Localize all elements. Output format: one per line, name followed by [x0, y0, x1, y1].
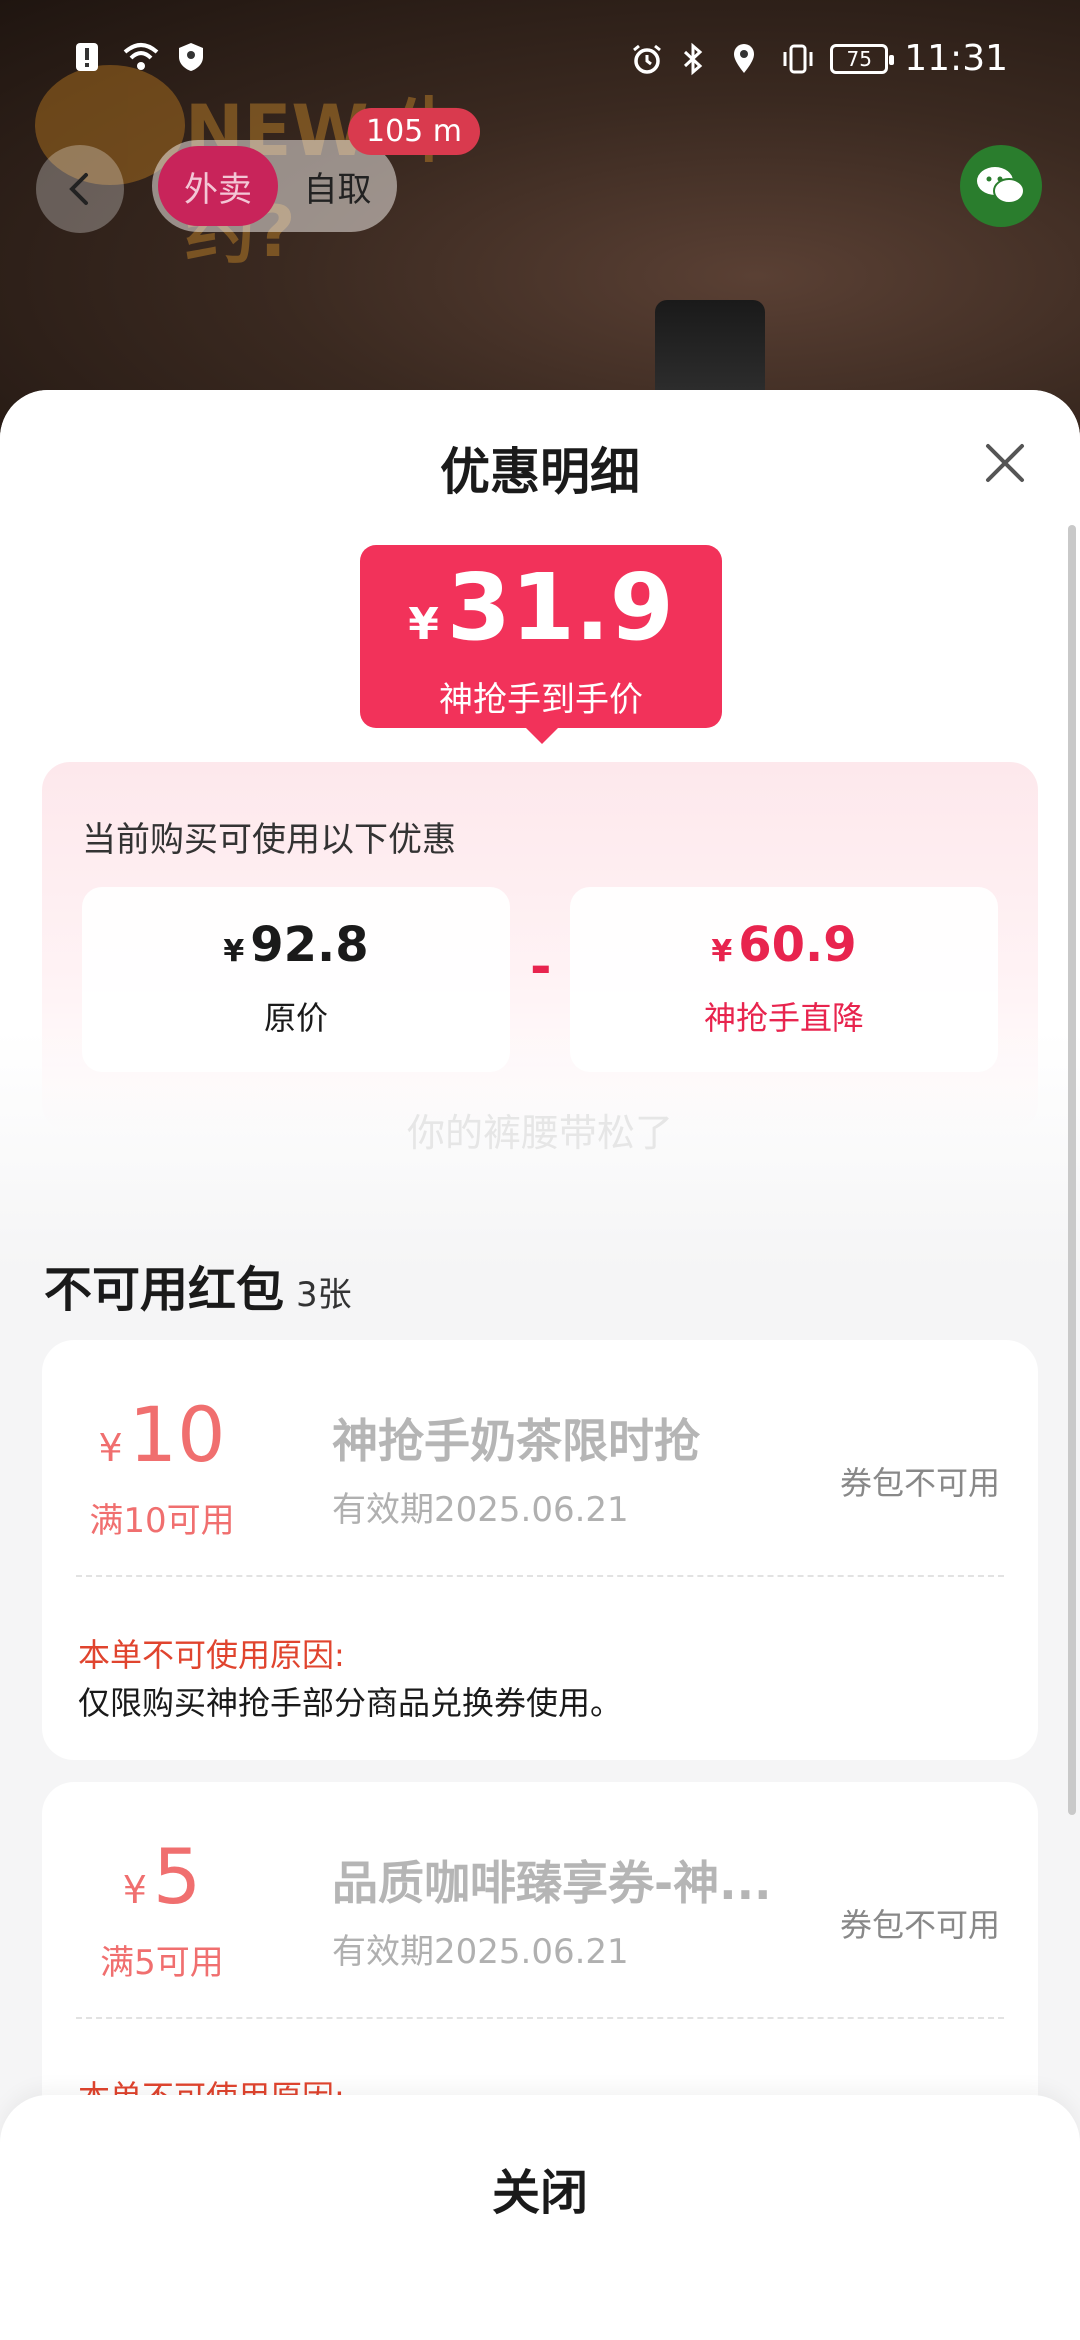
- discount-detail-sheet: 优惠明细 ¥31.9 神抢手到手价 当前购买可使用以下优惠 ¥92.8 原价 -…: [0, 390, 1080, 2340]
- coupon-condition: 满5可用: [100, 1943, 224, 1983]
- coupon-divider: [76, 2017, 1004, 2019]
- scrollbar[interactable]: [1068, 525, 1076, 1815]
- coupon-divider: [76, 1575, 1004, 1577]
- coupon-reason-title: 本单不可使用原因:: [78, 1636, 345, 1674]
- original-price-label: 原价: [263, 999, 328, 1037]
- coupon-amount: ¥10 满10可用: [42, 1390, 282, 1542]
- final-price-tag: ¥31.9 神抢手到手价: [360, 545, 722, 744]
- bottom-action-bar: 关闭: [0, 2095, 1080, 2340]
- sheet-title: 优惠明细: [440, 443, 640, 501]
- reduction-card: ¥60.9 神抢手直降: [570, 887, 998, 1072]
- watermark-text: 你的裤腰带松了: [406, 1111, 673, 1155]
- coupon-validity: 有效期2025.06.21: [332, 1932, 629, 1972]
- reduction-label: 神抢手直降: [703, 999, 864, 1037]
- delivery-mode-toggle[interactable]: 外卖 自取: [152, 140, 397, 232]
- discount-summary-title: 当前购买可使用以下优惠: [82, 820, 456, 860]
- notification-icon: [70, 40, 104, 74]
- coupon-name: 神抢手奶茶限时抢: [332, 1414, 700, 1468]
- close-button[interactable]: 关闭: [0, 2153, 1080, 2223]
- wechat-share-button[interactable]: [960, 145, 1042, 227]
- coupon-state: 券包不可用: [839, 1906, 1000, 1944]
- original-price-amount: 92.8: [250, 917, 369, 973]
- coupon-amount: ¥5 满5可用: [42, 1832, 282, 1984]
- distance-badge: 105 m: [348, 108, 481, 155]
- clock: 11:31: [904, 38, 1008, 79]
- location-icon: [730, 42, 764, 76]
- reduction-amount: 60.9: [738, 917, 857, 973]
- discount-summary: 当前购买可使用以下优惠 ¥92.8 原价 - ¥60.9 神抢手直降: [42, 762, 1038, 1132]
- bluetooth-icon: [680, 42, 714, 76]
- unavailable-coupons-header: 不可用红包 3张: [44, 1250, 352, 1320]
- close-icon[interactable]: [980, 438, 1030, 488]
- currency-symbol: ¥: [408, 599, 439, 650]
- shield-icon: [174, 40, 208, 74]
- vibrate-icon: [780, 42, 814, 76]
- coupon-condition: 满10可用: [89, 1501, 235, 1541]
- coupon-state: 券包不可用: [839, 1464, 1000, 1502]
- chevron-left-icon: [69, 173, 88, 205]
- coupon-validity: 有效期2025.06.21: [332, 1490, 629, 1530]
- coupon-reason: 仅限购买神抢手部分商品兑换券使用。: [78, 1684, 623, 1722]
- wechat-icon: [977, 167, 1025, 204]
- battery-indicator: 75: [830, 43, 895, 74]
- final-price-label: 神抢手到手价: [439, 680, 643, 720]
- original-price-card: ¥92.8 原价: [82, 887, 510, 1072]
- tab-pickup[interactable]: 自取: [278, 162, 397, 211]
- wifi-icon: [122, 40, 159, 74]
- alarm-icon: [630, 42, 664, 76]
- status-bar: 75 11:31: [0, 0, 1080, 120]
- coupon-name: 品质咖啡臻享券-神...: [332, 1856, 772, 1910]
- back-button[interactable]: [36, 145, 124, 233]
- minus-operator: -: [530, 937, 552, 997]
- unavailable-title: 不可用红包: [44, 1262, 285, 1318]
- tab-delivery[interactable]: 外卖: [158, 146, 278, 226]
- unavailable-count: 3张: [296, 1275, 352, 1315]
- final-price-amount: 31.9: [446, 554, 674, 661]
- coupon-card[interactable]: ¥10 满10可用 神抢手奶茶限时抢 有效期2025.06.21 券包不可用 本…: [42, 1340, 1038, 1760]
